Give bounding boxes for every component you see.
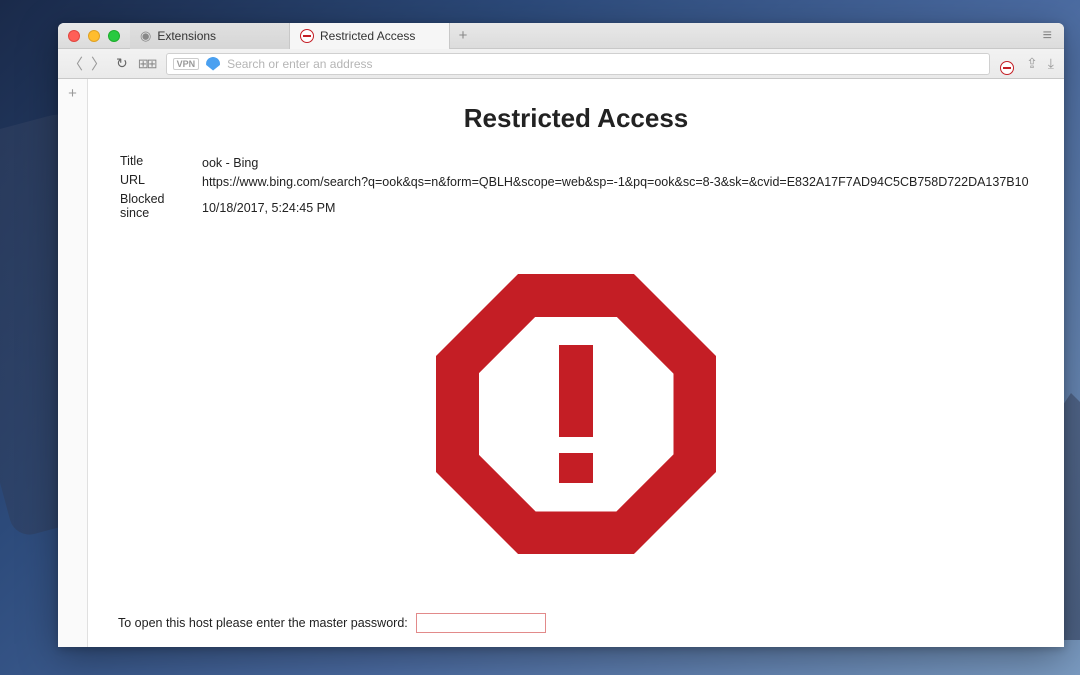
downloads-icon[interactable]: ⤓ bbox=[1048, 55, 1054, 72]
forward-button[interactable]: 〉 bbox=[91, 53, 106, 74]
share-icon[interactable]: ⇪ bbox=[1026, 55, 1038, 72]
back-button[interactable]: 〈 bbox=[68, 53, 83, 74]
label-blocked-since: Blocked since bbox=[120, 192, 200, 223]
stop-sign-icon bbox=[436, 274, 716, 554]
password-prompt-label: To open this host please enter the maste… bbox=[118, 616, 408, 630]
stop-icon bbox=[300, 29, 314, 43]
cube-icon: ◉ bbox=[140, 28, 151, 44]
details-table: Title ook - Bing URL https://www.bing.co… bbox=[118, 152, 1034, 225]
shield-icon[interactable] bbox=[206, 57, 220, 71]
tab-restricted-access[interactable]: Restricted Access bbox=[290, 23, 450, 49]
tab-label: Restricted Access bbox=[320, 29, 415, 43]
address-bar: VPN bbox=[166, 53, 991, 75]
speed-dial-button[interactable]: ⊞⊞ bbox=[138, 56, 156, 72]
row-url: URL https://www.bing.com/search?q=ook&qs… bbox=[120, 173, 1032, 190]
row-blocked-since: Blocked since 10/18/2017, 5:24:45 PM bbox=[120, 192, 1032, 223]
row-title: Title ook - Bing bbox=[120, 154, 1032, 171]
address-input[interactable] bbox=[227, 57, 983, 71]
vpn-badge[interactable]: VPN bbox=[173, 58, 200, 70]
menu-icon[interactable]: ≡ bbox=[1031, 27, 1064, 45]
value-url: https://www.bing.com/search?q=ook&qs=n&f… bbox=[202, 173, 1032, 190]
minimize-window-button[interactable] bbox=[88, 30, 100, 42]
exclamation-dot bbox=[559, 453, 593, 483]
label-title: Title bbox=[120, 154, 200, 171]
browser-window: ◉ Extensions Restricted Access + ≡ 〈 〉 ↻… bbox=[58, 23, 1064, 647]
block-extension-icon[interactable] bbox=[1000, 56, 1016, 72]
reload-button[interactable]: ↻ bbox=[116, 55, 128, 72]
toolbar: 〈 〉 ↻ ⊞⊞ VPN ⇪ ⤓ bbox=[58, 49, 1064, 79]
tab-label: Extensions bbox=[157, 29, 216, 43]
sidebar-add-button[interactable]: + bbox=[58, 85, 87, 102]
new-tab-button[interactable]: + bbox=[450, 27, 476, 44]
traffic-lights bbox=[58, 30, 130, 42]
sidebar: + bbox=[58, 79, 88, 647]
restricted-page: Restricted Access Title ook - Bing URL h… bbox=[88, 79, 1064, 647]
password-prompt-row: To open this host please enter the maste… bbox=[118, 613, 1034, 633]
master-password-input[interactable] bbox=[416, 613, 546, 633]
value-blocked-since: 10/18/2017, 5:24:45 PM bbox=[202, 192, 1032, 223]
value-title: ook - Bing bbox=[202, 154, 1032, 171]
close-window-button[interactable] bbox=[68, 30, 80, 42]
tab-strip: ◉ Extensions Restricted Access + ≡ bbox=[58, 23, 1064, 49]
page-title: Restricted Access bbox=[118, 103, 1034, 134]
exclamation-bar bbox=[559, 345, 593, 437]
content-area: + Restricted Access Title ook - Bing URL… bbox=[58, 79, 1064, 647]
tab-extensions[interactable]: ◉ Extensions bbox=[130, 23, 290, 49]
label-url: URL bbox=[120, 173, 200, 190]
maximize-window-button[interactable] bbox=[108, 30, 120, 42]
